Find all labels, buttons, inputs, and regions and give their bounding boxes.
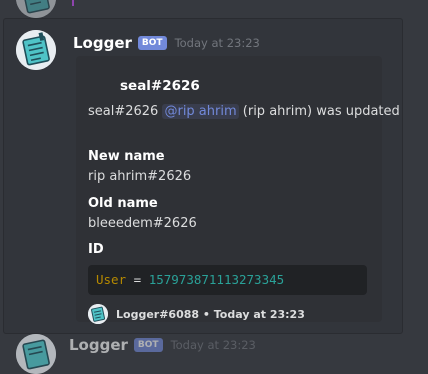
notepad-icon — [16, 0, 56, 18]
user-mention[interactable]: @rip ahrim — [162, 104, 239, 119]
footer-time: Today at 23:23 — [213, 307, 305, 321]
field-new-name-value: rip ahrim#2626 — [88, 169, 192, 184]
code-value: 157973871113273345 — [148, 272, 285, 287]
message-header: Logger BOT Today at 23:23 — [73, 33, 260, 53]
code-equals: = — [133, 272, 142, 287]
username[interactable]: Logger — [73, 34, 132, 52]
bot-avatar[interactable] — [16, 30, 56, 70]
footer-author: Logger#6088 — [116, 307, 200, 321]
code-key: User — [96, 272, 127, 287]
message-container: Logger BOT Today at 23:23 seal#2626 seal… — [3, 18, 403, 334]
description-username: seal#2626 — [88, 104, 159, 119]
footer-text: Logger#6088 • Today at 23:23 — [116, 308, 305, 321]
field-old-name-value: bleeedem#2626 — [88, 216, 197, 231]
bot-badge: BOT — [137, 36, 167, 50]
decorative-divider — [72, 0, 74, 6]
field-new-name-label: New name — [88, 149, 165, 164]
embed-title: seal#2626 — [120, 78, 200, 94]
notepad-icon — [16, 30, 56, 70]
next-timestamp[interactable]: Today at 23:23 — [171, 338, 256, 352]
next-username[interactable]: Logger — [69, 336, 128, 354]
field-id-label: ID — [88, 242, 104, 257]
footer-separator: • — [202, 307, 210, 321]
embed: seal#2626 seal#2626 @rip ahrim (rip ahri… — [76, 56, 400, 324]
next-bot-badge: BOT — [133, 338, 163, 352]
id-code-block[interactable]: User = 157973871113273345 — [88, 265, 367, 295]
next-message-avatar[interactable] — [16, 334, 56, 374]
notepad-icon — [16, 334, 56, 374]
notepad-icon — [88, 304, 108, 324]
message-timestamp[interactable]: Today at 23:23 — [175, 36, 260, 50]
previous-message-avatar[interactable] — [16, 0, 56, 18]
next-message-header: Logger BOT Today at 23:23 — [69, 336, 256, 354]
embed-footer: Logger#6088 • Today at 23:23 — [88, 304, 305, 324]
footer-avatar — [88, 304, 108, 324]
field-old-name-label: Old name — [88, 196, 158, 211]
embed-description: seal#2626 @rip ahrim (rip ahrim) was upd… — [88, 104, 400, 119]
description-suffix: (rip ahrim) was updated — [242, 104, 400, 119]
